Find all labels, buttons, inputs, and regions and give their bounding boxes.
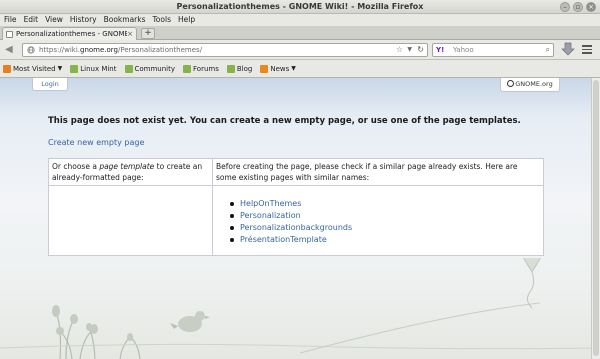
bookmark-forums[interactable]: Forums: [183, 64, 219, 73]
bird-illustration: [170, 311, 210, 332]
url-text: https://wiki.gnome.org/Personalizationth…: [39, 46, 203, 54]
most-visited-icon: [3, 64, 11, 73]
close-icon[interactable]: ×: [586, 2, 596, 12]
bookmark-linux-mint[interactable]: Linux Mint: [70, 64, 117, 73]
mint-icon: [183, 64, 192, 73]
menu-view[interactable]: View: [45, 14, 63, 26]
tab-close-icon[interactable]: ×: [127, 30, 133, 38]
menu-history[interactable]: History: [70, 14, 97, 26]
vertical-scrollbar[interactable]: [591, 78, 600, 359]
menubar: File Edit View History Bookmarks Tools H…: [0, 14, 600, 26]
mint-icon: [124, 64, 133, 73]
bookmark-star-icon[interactable]: ☆: [396, 45, 403, 54]
bookmarks-toolbar: Most Visited ▼ Linux Mint Community Forum…: [0, 60, 600, 78]
page-icon: [6, 30, 13, 38]
search-icon[interactable]: ⌕: [546, 45, 550, 55]
globe-icon: [27, 46, 35, 54]
login-link[interactable]: Login: [32, 78, 68, 91]
similar-page-link[interactable]: PrésentationTemplate: [230, 234, 540, 246]
bookmark-news[interactable]: News ▼: [260, 64, 296, 73]
menu-bookmarks[interactable]: Bookmarks: [104, 14, 146, 26]
template-list-cell: [48, 185, 213, 256]
template-choice-cell: Or choose a page template to create an a…: [48, 158, 213, 186]
maximize-icon[interactable]: ▫: [573, 2, 583, 12]
decorative-footer-illustration: [0, 258, 600, 359]
gnome-logo[interactable]: GNOME.org: [500, 78, 560, 92]
kite-illustration: [523, 258, 541, 309]
template-table: Or choose a page template to create an a…: [48, 158, 544, 256]
url-bar[interactable]: https://wiki.gnome.org/Personalizationth…: [22, 43, 428, 57]
tab-label: Personalizationthemes - GNOME W...: [16, 30, 128, 38]
search-bar[interactable]: Y! Yahoo ⌕: [432, 43, 554, 57]
bookmark-blog[interactable]: Blog: [226, 64, 252, 73]
menu-edit[interactable]: Edit: [24, 14, 39, 26]
mint-icon: [70, 64, 79, 73]
scrollbar-thumb[interactable]: [593, 80, 599, 356]
page-content: Login GNOME.org This page does not exist…: [0, 78, 600, 359]
bookmark-community[interactable]: Community: [124, 64, 175, 73]
new-tab-button[interactable]: +: [141, 28, 155, 39]
create-empty-page-link[interactable]: Create new empty page: [48, 138, 144, 147]
window-titlebar: Personalizationthemes - GNOME Wiki! - Mo…: [0, 0, 600, 14]
similar-page-link[interactable]: Personalization: [230, 210, 540, 222]
bookmark-most-visited[interactable]: Most Visited ▼: [3, 64, 62, 73]
download-arrow-icon[interactable]: [561, 42, 575, 57]
hamburger-menu-icon[interactable]: [582, 45, 592, 55]
yahoo-engine-icon[interactable]: Y!: [436, 46, 444, 54]
navigation-toolbar: ◀ https://wiki.gnome.org/Personalization…: [0, 40, 600, 60]
similar-pages-intro: Before creating the page, please check i…: [212, 158, 544, 186]
menu-help[interactable]: Help: [178, 14, 195, 26]
tab-strip: Personalizationthemes - GNOME W... × +: [0, 26, 600, 40]
menu-tools[interactable]: Tools: [153, 14, 171, 26]
tab-personalizationthemes[interactable]: Personalizationthemes - GNOME W... ×: [2, 27, 137, 40]
similar-page-link[interactable]: HelpOnThemes: [230, 198, 540, 210]
similar-page-link[interactable]: Personalizationbackgrounds: [230, 222, 540, 234]
window-title: Personalizationthemes - GNOME Wiki! - Mo…: [176, 2, 424, 11]
similar-pages-cell: HelpOnThemes Personalization Personaliza…: [212, 185, 544, 256]
page-not-exist-message: This page does not exist yet. You can cr…: [48, 116, 521, 126]
rss-icon: [260, 64, 269, 73]
gnome-foot-icon: [507, 80, 515, 87]
menu-file[interactable]: File: [4, 14, 17, 26]
mint-icon: [226, 64, 235, 73]
minimize-icon[interactable]: –: [560, 2, 570, 12]
history-dropdown-icon[interactable]: ▼: [407, 46, 412, 53]
back-arrow-icon[interactable]: ◀: [5, 44, 13, 55]
search-placeholder: Yahoo: [453, 46, 474, 54]
reload-icon[interactable]: ↻: [417, 45, 424, 54]
